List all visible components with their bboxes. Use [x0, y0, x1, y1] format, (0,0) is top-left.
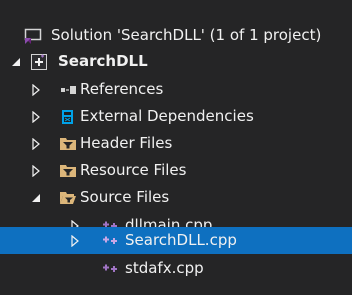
cpp-project-icon — [30, 48, 48, 75]
tree-item-label: stdafx.cpp — [125, 259, 204, 277]
tree-item-source-files[interactable]: Source Files — [0, 184, 352, 211]
tree-item-label: References — [80, 80, 164, 98]
tree-item-references[interactable]: References — [0, 76, 352, 103]
tree-item-header-files[interactable]: Header Files — [0, 130, 352, 157]
external-dependencies-icon — [59, 103, 77, 130]
filter-folder-open-icon — [59, 184, 77, 211]
collapsed-arrow-icon[interactable] — [30, 103, 42, 130]
references-icon — [59, 76, 77, 103]
collapsed-arrow-icon[interactable] — [30, 76, 42, 103]
tree-item-file[interactable]: stdafx.cpp — [0, 255, 352, 282]
tree-item-label: SearchDLL.cpp — [125, 231, 237, 249]
collapsed-arrow-icon[interactable] — [30, 157, 42, 184]
tree-item-label: Source Files — [80, 188, 170, 206]
tree-item-label: SearchDLL — [58, 52, 148, 70]
tree-item-label: External Dependencies — [80, 107, 254, 125]
cpp-file-icon — [102, 255, 120, 282]
tree-item-file-selected[interactable]: SearchDLL.cpp — [0, 227, 352, 254]
filter-folder-icon — [59, 130, 77, 157]
cpp-file-icon — [102, 227, 120, 254]
expanded-arrow-icon[interactable] — [30, 184, 42, 211]
tree-item-label: Solution 'SearchDLL' (1 of 1 project) — [51, 26, 322, 44]
expanded-arrow-icon[interactable] — [10, 48, 22, 75]
collapsed-arrow-icon[interactable] — [30, 130, 42, 157]
tree-item-resource-files[interactable]: Resource Files — [0, 157, 352, 184]
tree-item-label: Header Files — [80, 134, 173, 152]
collapsed-arrow-icon[interactable] — [69, 227, 81, 254]
solution-explorer-tree: Solution 'SearchDLL' (1 of 1 project) Se… — [0, 0, 352, 295]
tree-item-solution[interactable]: Solution 'SearchDLL' (1 of 1 project) — [0, 22, 352, 49]
tree-item-external-dependencies[interactable]: External Dependencies — [0, 103, 352, 130]
tree-item-label: Resource Files — [80, 161, 187, 179]
tree-item-project[interactable]: SearchDLL — [0, 48, 352, 75]
filter-folder-icon — [59, 157, 77, 184]
solution-icon — [24, 22, 42, 49]
